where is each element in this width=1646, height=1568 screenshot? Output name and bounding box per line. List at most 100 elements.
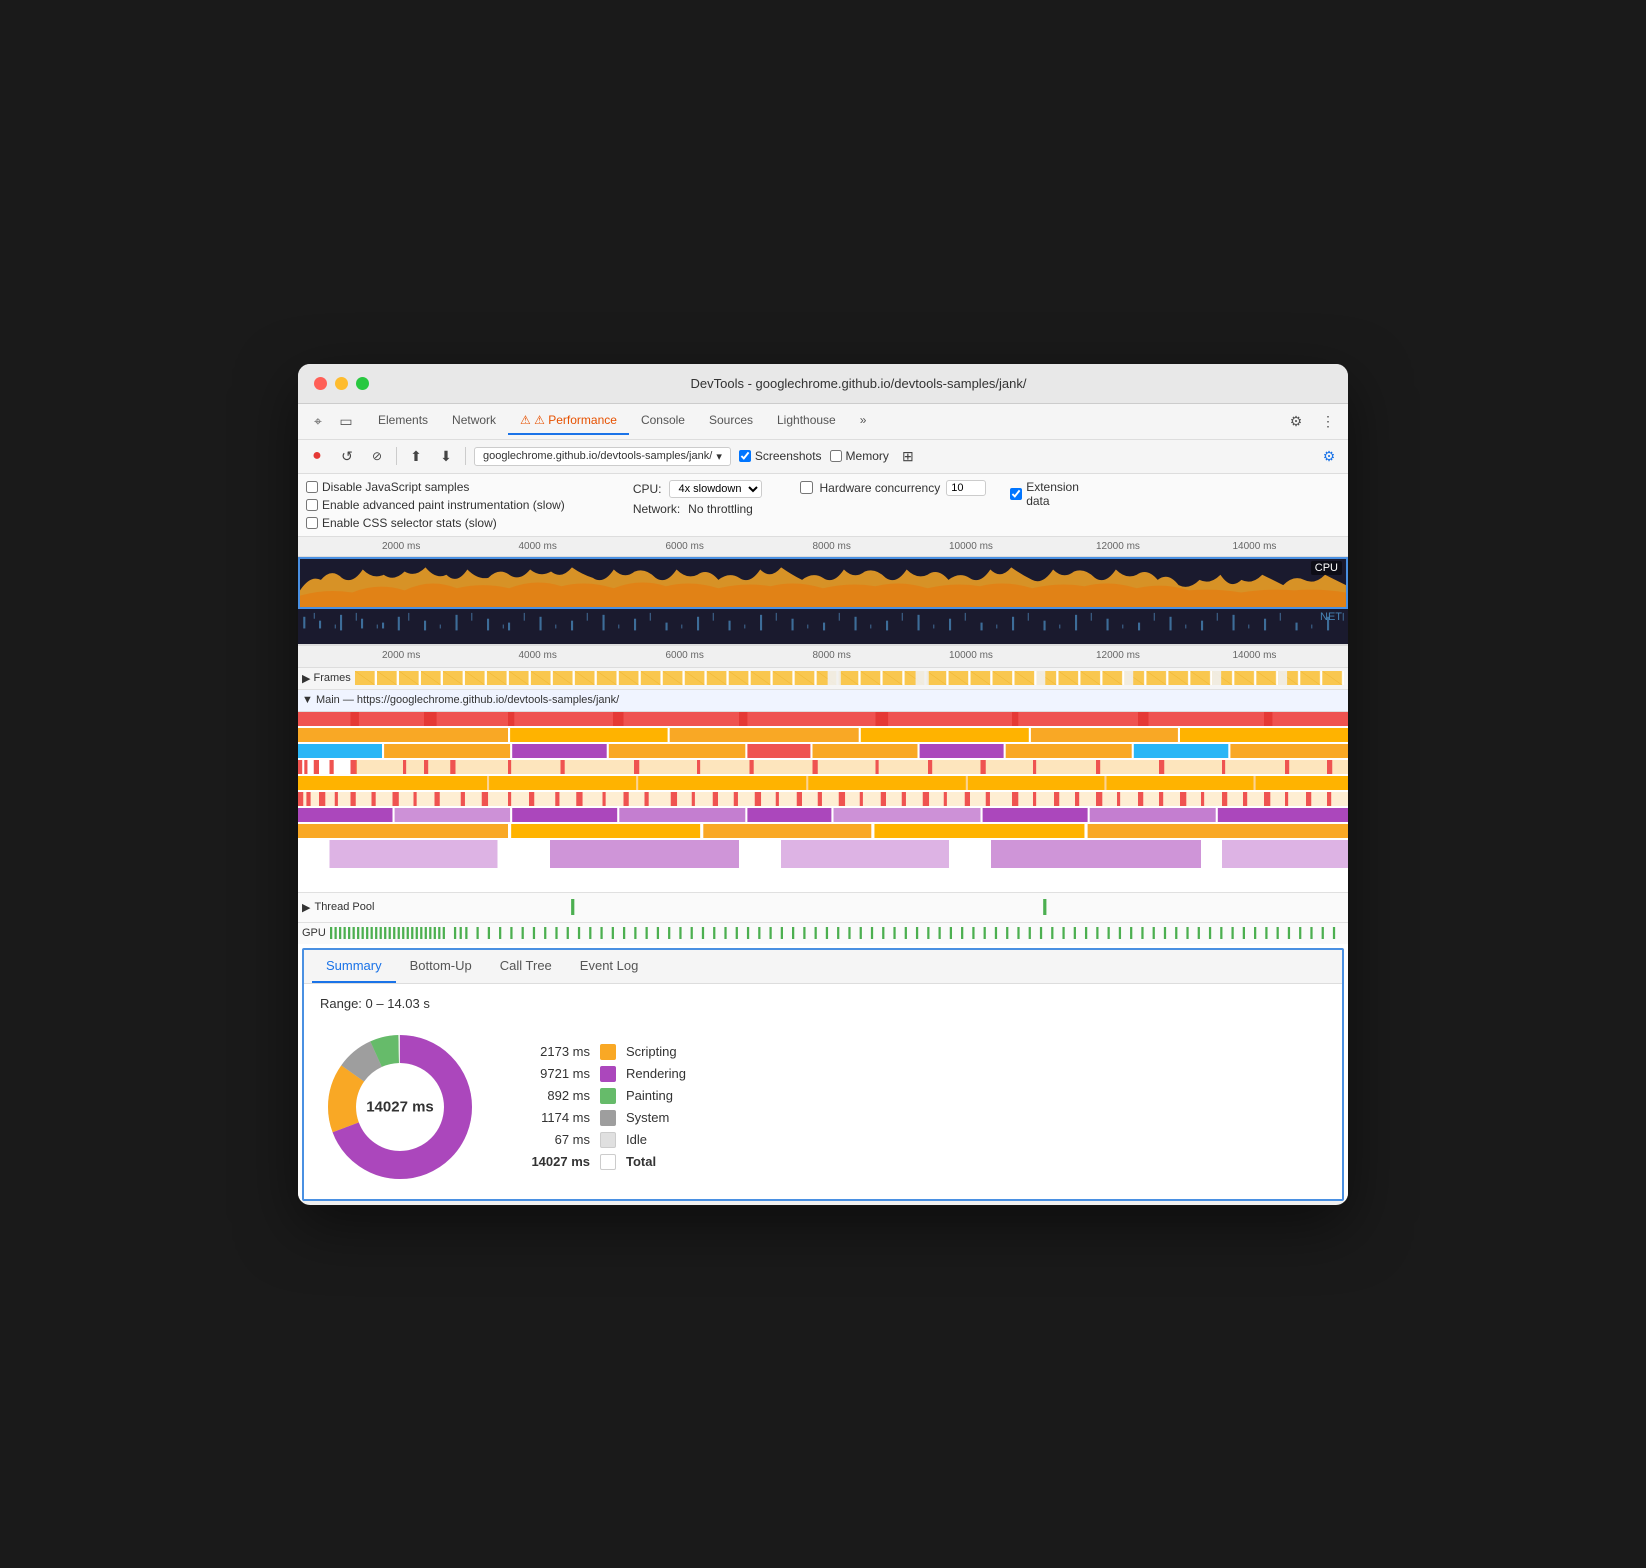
devtools-window: DevTools - googlechrome.github.io/devtoo… [298, 364, 1348, 1205]
settings-icon[interactable]: ⚙ [1284, 409, 1308, 433]
idle-label: Idle [626, 1132, 647, 1147]
cpu-chart: CPU [298, 557, 1348, 609]
range-text: Range: 0 – 14.03 s [320, 996, 1326, 1011]
tab-more[interactable]: » [848, 407, 879, 435]
toolbar-separator [396, 447, 397, 465]
extension-label[interactable]: Extensiondata [1010, 480, 1079, 508]
rendering-label: Rendering [626, 1066, 686, 1081]
clear-button[interactable]: ⊘ [366, 445, 388, 467]
tab-console[interactable]: Console [629, 407, 697, 435]
ruler2-2000: 2000 ms [382, 650, 420, 661]
tab-lighthouse[interactable]: Lighthouse [765, 407, 848, 435]
reload-button[interactable]: ↺ [336, 445, 358, 467]
hw-concurrency-input[interactable] [946, 480, 986, 496]
cursor-icon[interactable]: ⌖ [306, 409, 330, 433]
thread-pool-expand-icon[interactable]: ▶ [302, 901, 310, 914]
idle-ms: 67 ms [520, 1132, 590, 1147]
thread-pool-row: ▶ Thread Pool [298, 892, 1348, 922]
ruler-6000: 6000 ms [666, 541, 704, 552]
frames-label: ▶ Frames [302, 672, 351, 685]
screenshots-checkbox[interactable] [739, 450, 751, 462]
main-row-header: ▼ Main — https://googlechrome.github.io/… [298, 690, 1348, 712]
ruler2-8000: 8000 ms [813, 650, 851, 661]
rendering-ms: 9721 ms [520, 1066, 590, 1081]
ruler-8000: 8000 ms [813, 541, 851, 552]
enable-css-checkbox[interactable] [306, 517, 318, 529]
upload-button[interactable]: ⬆ [405, 445, 427, 467]
tab-event-log[interactable]: Event Log [566, 950, 653, 983]
tab-bar: ⌖ ▭ Elements Network ⚠ ⚠ Performance Con… [298, 404, 1348, 440]
cpu-waveform [300, 559, 1346, 609]
hw-concurrency-checkbox[interactable] [800, 481, 813, 494]
tab-network[interactable]: Network [440, 407, 508, 435]
summary-body: 14027 ms 2173 ms Scripting 9721 ms Rende… [320, 1027, 1326, 1187]
tab-elements[interactable]: Elements [366, 407, 440, 435]
tab-summary[interactable]: Summary [312, 950, 396, 983]
system-swatch [600, 1110, 616, 1126]
ruler-12000: 12000 ms [1096, 541, 1140, 552]
legend-table: 2173 ms Scripting 9721 ms Rendering 892 … [520, 1044, 686, 1170]
cpu-select[interactable]: 4x slowdown [669, 480, 762, 498]
devtools-body: ⌖ ▭ Elements Network ⚠ ⚠ Performance Con… [298, 404, 1348, 1201]
maximize-button[interactable] [356, 377, 369, 390]
disable-js-checkbox[interactable] [306, 481, 318, 493]
net-label: NET [1320, 611, 1342, 623]
hw-row: Hardware concurrency [800, 480, 986, 496]
ruler2-6000: 6000 ms [666, 650, 704, 661]
tp-svg [378, 897, 1344, 917]
settings-col-hw: Hardware concurrency [800, 480, 986, 496]
ruler-2000: 2000 ms [382, 541, 420, 552]
enable-paint-checkbox[interactable] [306, 499, 318, 511]
close-button[interactable] [314, 377, 327, 390]
minimize-button[interactable] [335, 377, 348, 390]
enable-css-label[interactable]: Enable CSS selector stats (slow) [306, 516, 565, 530]
ruler-4000: 4000 ms [519, 541, 557, 552]
enable-paint-label[interactable]: Enable advanced paint instrumentation (s… [306, 498, 565, 512]
tab-call-tree[interactable]: Call Tree [486, 950, 566, 983]
ruler2-4000: 4000 ms [519, 650, 557, 661]
tab-bottom-up[interactable]: Bottom-Up [396, 950, 486, 983]
settings-col-cpu: CPU: 4x slowdown Network: No throttling [633, 480, 763, 516]
memory-icon[interactable]: ⊞ [897, 445, 919, 467]
frames-svg [355, 671, 1344, 685]
painting-swatch [600, 1088, 616, 1104]
tab-performance[interactable]: ⚠ ⚠ Performance [508, 407, 629, 435]
device-icon[interactable]: ▭ [334, 409, 358, 433]
ruler2-14000: 14000 ms [1233, 650, 1277, 661]
memory-checkbox-label[interactable]: Memory [830, 449, 889, 463]
record-button[interactable]: ● [306, 445, 328, 467]
title-bar: DevTools - googlechrome.github.io/devtoo… [298, 364, 1348, 404]
timeline-area: 2000 ms 4000 ms 6000 ms 8000 ms 10000 ms… [298, 646, 1348, 944]
legend-row-total: 14027 ms Total [520, 1154, 686, 1170]
overview-area: 2000 ms 4000 ms 6000 ms 8000 ms 10000 ms… [298, 537, 1348, 646]
toolbar-separator-2 [465, 447, 466, 465]
traffic-lights [314, 377, 369, 390]
more-menu-icon[interactable]: ⋮ [1316, 409, 1340, 433]
legend-row-rendering: 9721 ms Rendering [520, 1066, 686, 1082]
legend-row-idle: 67 ms Idle [520, 1132, 686, 1148]
frames-expand-icon[interactable]: ▶ [302, 672, 310, 685]
download-button[interactable]: ⬇ [435, 445, 457, 467]
painting-ms: 892 ms [520, 1088, 590, 1103]
thread-pool-ticks [378, 897, 1344, 917]
screenshots-checkbox-label[interactable]: Screenshots [739, 449, 822, 463]
gpu-svg [330, 926, 1344, 940]
flame-chart-svg [298, 712, 1348, 892]
url-text: googlechrome.github.io/devtools-samples/… [483, 450, 712, 462]
disable-js-label[interactable]: Disable JavaScript samples [306, 480, 565, 494]
second-ruler: 2000 ms 4000 ms 6000 ms 8000 ms 10000 ms… [298, 646, 1348, 668]
cpu-label: CPU [1311, 561, 1342, 575]
gpu-ticks [330, 926, 1344, 940]
gpu-row: GPU [298, 922, 1348, 944]
tab-sources[interactable]: Sources [697, 407, 765, 435]
ruler-10000: 10000 ms [949, 541, 993, 552]
flame-chart-area[interactable] [298, 712, 1348, 892]
legend-row-painting: 892 ms Painting [520, 1088, 686, 1104]
url-dropdown-icon[interactable]: ▾ [716, 450, 722, 463]
memory-checkbox[interactable] [830, 450, 842, 462]
bottom-panel: Summary Bottom-Up Call Tree Event Log Ra… [302, 948, 1344, 1201]
extension-checkbox[interactable] [1010, 488, 1022, 500]
donut-chart: 14027 ms [320, 1027, 480, 1187]
donut-center-text: 14027 ms [366, 1098, 434, 1115]
gear-blue-icon[interactable]: ⚙ [1318, 445, 1340, 467]
